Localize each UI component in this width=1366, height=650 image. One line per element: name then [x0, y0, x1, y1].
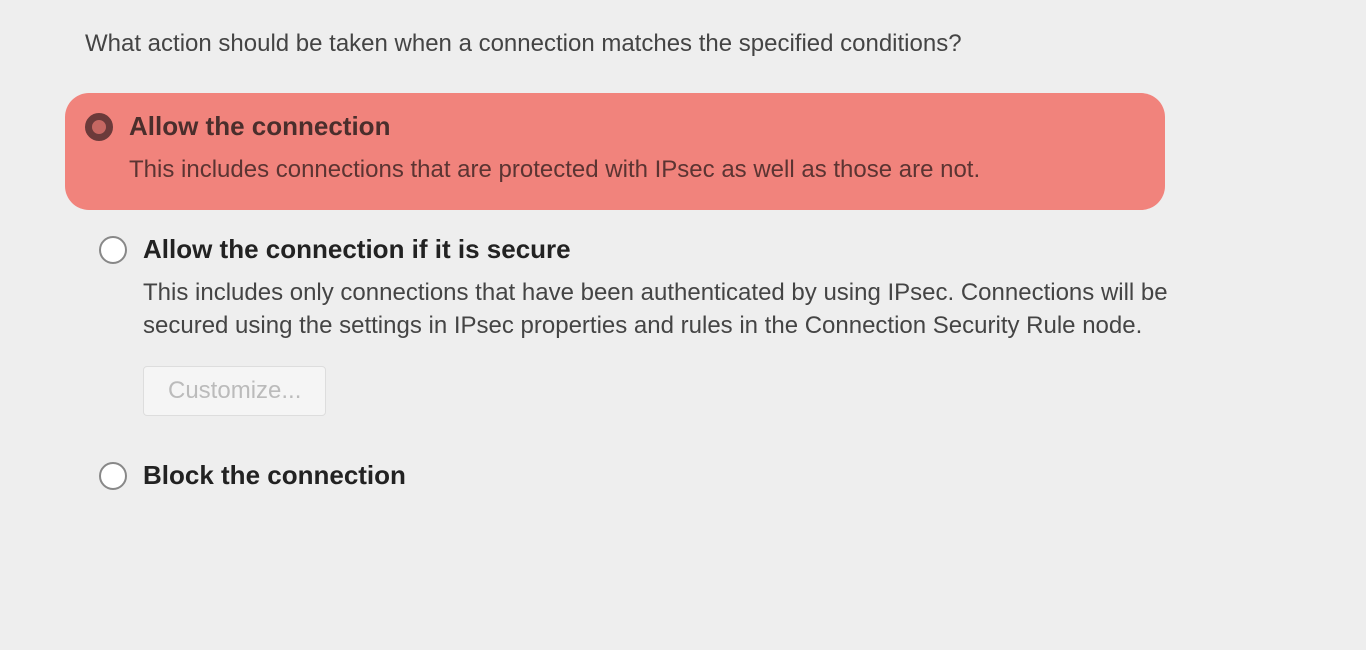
- option-label: Allow the connection if it is secure: [143, 234, 571, 265]
- prompt-text: What action should be taken when a conne…: [85, 30, 1281, 58]
- option-header: Block the connection: [99, 460, 1281, 491]
- option-header: Allow the connection: [85, 111, 1145, 142]
- option-label: Allow the connection: [129, 111, 390, 142]
- radio-selected-icon[interactable]: [85, 113, 113, 141]
- radio-unselected-icon[interactable]: [99, 462, 127, 490]
- option-description: This includes only connections that have…: [143, 277, 1173, 342]
- option-description: This includes connections that are prote…: [129, 154, 1145, 186]
- option-label: Block the connection: [143, 460, 406, 491]
- option-allow-if-secure[interactable]: Allow the connection if it is secure Thi…: [143, 234, 1281, 416]
- customize-button[interactable]: Customize...: [143, 366, 326, 416]
- option-block-connection[interactable]: Block the connection: [143, 460, 1281, 491]
- radio-unselected-icon[interactable]: [99, 236, 127, 264]
- option-allow-connection[interactable]: Allow the connection This includes conne…: [65, 93, 1165, 210]
- option-header: Allow the connection if it is secure: [99, 234, 1281, 265]
